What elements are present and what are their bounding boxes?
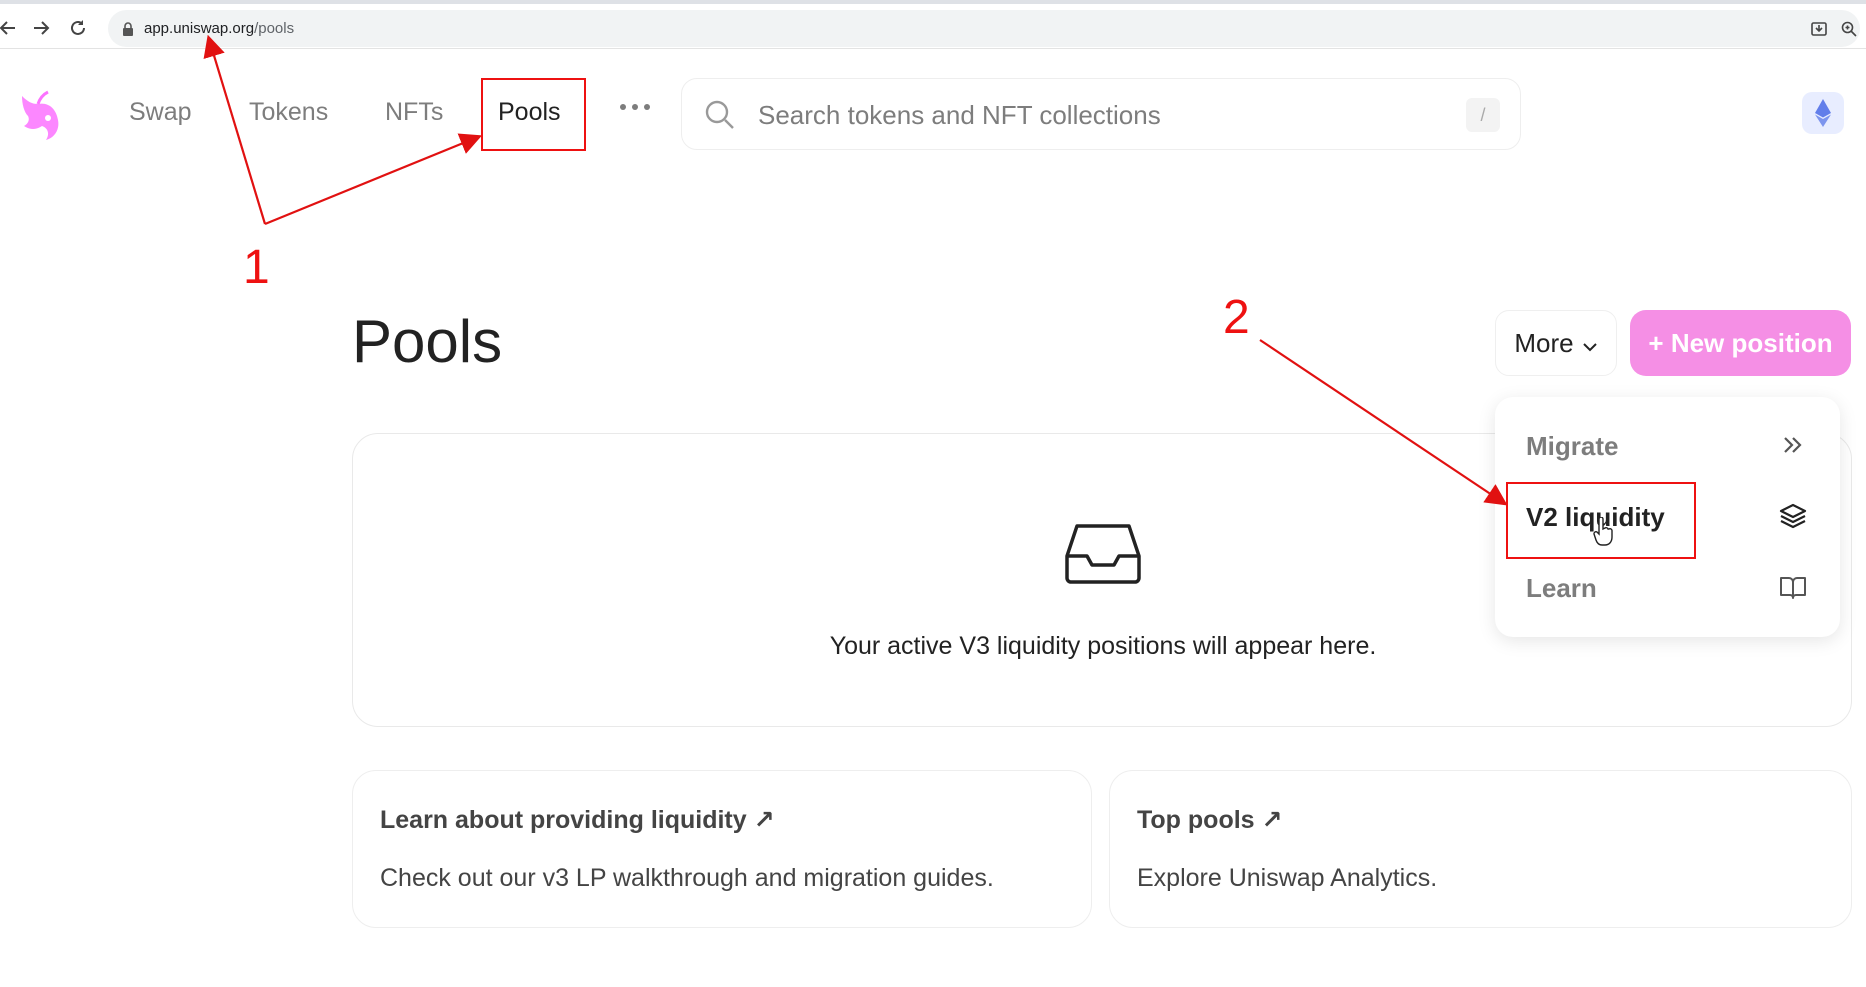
- back-arrow-icon[interactable]: [0, 14, 22, 42]
- top-pools-card[interactable]: Top pools ↗ Explore Uniswap Analytics.: [1109, 770, 1852, 928]
- address-bar[interactable]: app.uniswap.org/pools: [108, 10, 1860, 47]
- more-dots-icon[interactable]: [617, 97, 653, 117]
- url-text: app.uniswap.org/pools: [144, 20, 294, 37]
- url-host: app.uniswap.org: [144, 20, 255, 37]
- book-icon: [1778, 572, 1808, 602]
- forward-arrow-icon[interactable]: [27, 14, 55, 42]
- menu-item-label: Learn: [1526, 573, 1597, 603]
- install-app-icon[interactable]: [1808, 18, 1830, 40]
- menu-item-migrate[interactable]: Migrate: [1495, 416, 1840, 476]
- chevron-down-icon: [1582, 328, 1598, 359]
- more-button-label: More: [1514, 327, 1574, 358]
- zoom-icon[interactable]: [1838, 18, 1860, 40]
- lock-icon: [122, 22, 134, 36]
- more-dropdown-button[interactable]: More: [1495, 310, 1617, 376]
- inbox-icon: [1063, 520, 1143, 588]
- menu-item-label: Migrate: [1526, 431, 1619, 461]
- ethereum-icon[interactable]: [1802, 92, 1844, 134]
- card-title[interactable]: Learn about providing liquidity ↗: [380, 805, 775, 835]
- menu-item-learn[interactable]: Learn: [1495, 558, 1840, 618]
- nav-tokens[interactable]: Tokens: [249, 98, 328, 127]
- card-title[interactable]: Top pools ↗: [1137, 805, 1282, 835]
- reload-icon[interactable]: [64, 14, 92, 42]
- card-description: Explore Uniswap Analytics.: [1137, 864, 1438, 892]
- annotation-box-v2-liquidity: [1506, 482, 1696, 559]
- browser-toolbar: app.uniswap.org/pools: [0, 0, 1866, 49]
- search-input[interactable]: [758, 95, 1418, 135]
- double-chevron-right-icon: [1778, 430, 1808, 460]
- search-icon: [704, 99, 736, 131]
- new-position-button[interactable]: + New position: [1630, 310, 1851, 376]
- annotation-box-pools: [481, 78, 586, 151]
- search-shortcut-key: /: [1466, 98, 1500, 132]
- card-description: Check out our v3 LP walkthrough and migr…: [380, 864, 994, 892]
- empty-state-text: Your active V3 liquidity positions will …: [829, 632, 1377, 660]
- search-bar[interactable]: /: [681, 78, 1521, 150]
- nav-swap[interactable]: Swap: [129, 98, 192, 127]
- page-title: Pools: [352, 308, 503, 375]
- uniswap-logo-icon[interactable]: [14, 86, 68, 144]
- nav-nfts[interactable]: NFTs: [385, 98, 443, 127]
- annotation-number-2: 2: [1223, 291, 1250, 344]
- url-path: /pools: [254, 20, 295, 37]
- learn-liquidity-card[interactable]: Learn about providing liquidity ↗ Check …: [352, 770, 1092, 928]
- layers-icon: [1778, 501, 1808, 531]
- annotation-number-1: 1: [243, 241, 270, 294]
